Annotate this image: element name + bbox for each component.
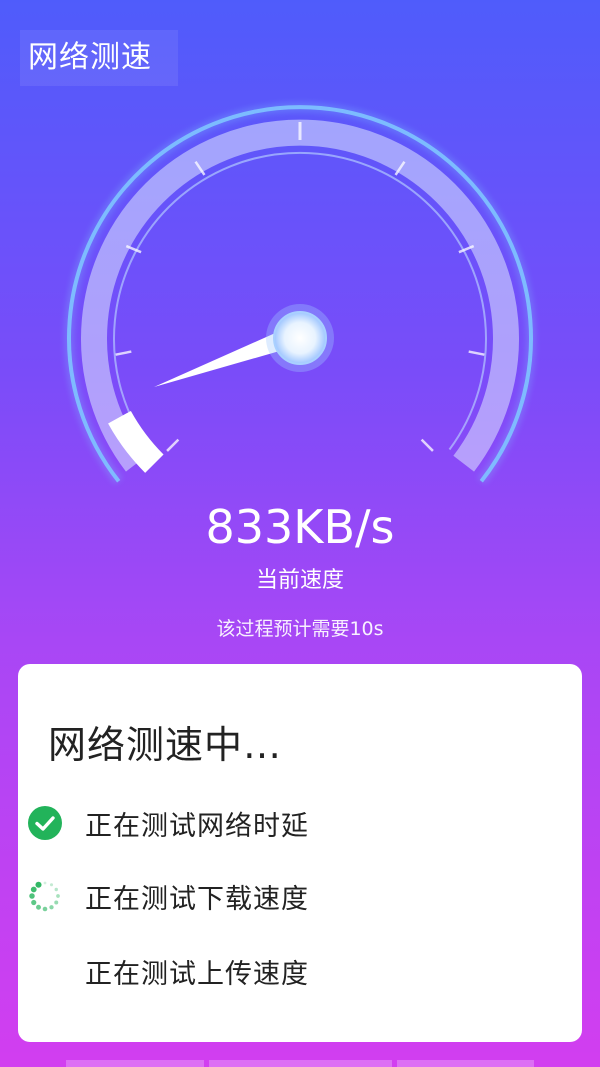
spinner-dot [42, 906, 48, 912]
gauge-track [81, 119, 519, 472]
step-label: 正在测试网络时延 [85, 811, 309, 842]
check-circle-icon [28, 806, 62, 840]
gauge-tick [166, 438, 180, 452]
bottom-decoration [66, 1060, 534, 1067]
gauge-tick [420, 438, 434, 452]
spinner-dot [54, 900, 59, 905]
spinner-dot [30, 886, 37, 893]
loading-spinner-icon [28, 879, 62, 913]
spinner-dot [54, 887, 58, 892]
spinner-dot [35, 881, 42, 888]
gauge-tick [115, 350, 132, 356]
step-label: 正在测试上传速度 [85, 959, 309, 990]
spinner-dot [49, 905, 54, 910]
step-download: 正在测试下载速度 [0, 873, 564, 917]
gauge-tick [468, 350, 485, 356]
step-label: 正在测试下载速度 [85, 884, 309, 915]
spinner-dot [56, 894, 60, 898]
spinner-dot [49, 883, 54, 887]
speed-gauge [0, 0, 600, 500]
step-upload: 正在测试上传速度 [0, 948, 564, 992]
time-estimate-text: 该过程预计需要10s [216, 618, 384, 640]
spinner-dot [36, 904, 41, 910]
step-latency: 正在测试网络时延 [0, 800, 564, 844]
spinner-dot [31, 899, 37, 906]
current-speed-label: 当前速度 [255, 568, 344, 593]
spinner-dot [29, 893, 35, 899]
card-title: 网络测速中… [48, 723, 283, 767]
current-speed-value: 833KB/s [205, 500, 395, 554]
spinner-dot [43, 881, 47, 885]
gauge-hub [273, 311, 327, 365]
